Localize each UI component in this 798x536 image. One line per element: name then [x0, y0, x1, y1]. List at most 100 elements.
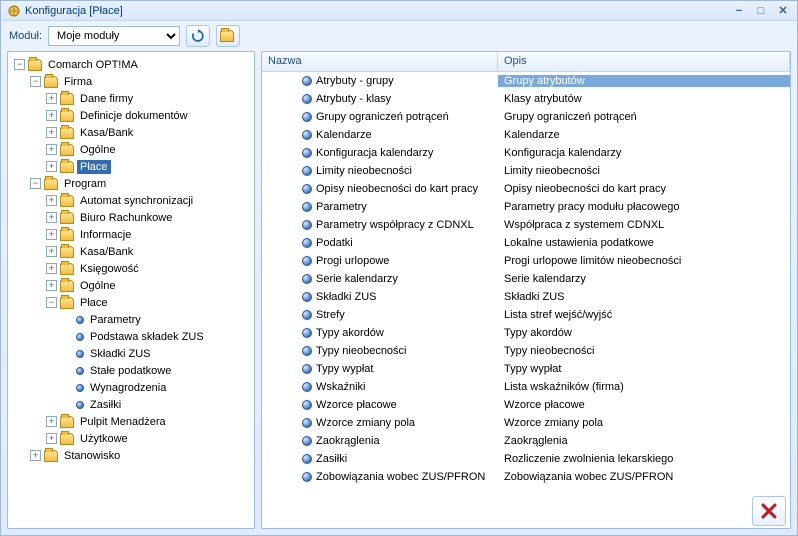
- expand-icon[interactable]: +: [46, 280, 57, 291]
- tree-item-place[interactable]: − Płace: [46, 294, 254, 311]
- tree-root[interactable]: − Comarch OPT!MA: [14, 56, 254, 73]
- item-icon: [302, 274, 312, 284]
- tree-item[interactable]: + Definicje dokumentów: [46, 107, 254, 124]
- tree-leaf[interactable]: Składki ZUS: [62, 345, 254, 362]
- expand-icon[interactable]: +: [46, 93, 57, 104]
- collapse-icon[interactable]: −: [46, 297, 57, 308]
- tree-item[interactable]: + Biuro Rachunkowe: [46, 209, 254, 226]
- expand-icon[interactable]: +: [46, 433, 57, 444]
- list-row[interactable]: Podatki Lokalne ustawienia podatkowe: [262, 234, 790, 252]
- list-row[interactable]: Limity nieobecności Limity nieobecności: [262, 162, 790, 180]
- tree-item[interactable]: + Kasa/Bank: [46, 243, 254, 260]
- list-row[interactable]: Atrybuty - klasy Klasy atrybutów: [262, 90, 790, 108]
- row-name: Zaokrąglenia: [316, 435, 380, 447]
- list-row[interactable]: Typy nieobecności Typy nieobecności: [262, 342, 790, 360]
- tree-leaf[interactable]: Zasiłki: [62, 396, 254, 413]
- tree-leaf[interactable]: Parametry: [62, 311, 254, 328]
- list-row[interactable]: Progi urlopowe Progi urlopowe limitów ni…: [262, 252, 790, 270]
- tree-leaf[interactable]: Podstawa składek ZUS: [62, 328, 254, 345]
- list-panel: Nazwa Opis Atrybuty - grupy Grupy atrybu…: [261, 51, 791, 529]
- tree-item[interactable]: + Płace: [46, 158, 254, 175]
- list-row[interactable]: Grupy ograniczeń potrąceń Grupy ogranicz…: [262, 108, 790, 126]
- tree-item[interactable]: + Ogólne: [46, 277, 254, 294]
- list-row[interactable]: Wzorce płacowe Wzorce płacowe: [262, 396, 790, 414]
- folder-icon: [60, 212, 74, 224]
- tree-item[interactable]: + Automat synchronizacji: [46, 192, 254, 209]
- row-name: Opisy nieobecności do kart pracy: [316, 183, 478, 195]
- expand-icon[interactable]: +: [46, 263, 57, 274]
- list-row[interactable]: Atrybuty - grupy Grupy atrybutów: [262, 72, 790, 90]
- expand-icon[interactable]: +: [46, 195, 57, 206]
- folder-button[interactable]: [216, 25, 240, 47]
- tree-leaf[interactable]: Wynagrodzenia: [62, 379, 254, 396]
- expand-icon[interactable]: +: [46, 229, 57, 240]
- refresh-button[interactable]: [186, 25, 210, 47]
- tree-stanowisko[interactable]: + Stanowisko: [30, 447, 254, 464]
- list-row[interactable]: Opisy nieobecności do kart pracy Opisy n…: [262, 180, 790, 198]
- list-row[interactable]: Zobowiązania wobec ZUS/PFRON Zobowiązani…: [262, 468, 790, 486]
- config-window: Konfiguracja [Płace] − □ ✕ Moduł: Moje m…: [0, 0, 798, 536]
- item-icon: [302, 238, 312, 248]
- collapse-icon[interactable]: −: [30, 178, 41, 189]
- folder-icon: [60, 433, 74, 445]
- tree-leaf[interactable]: Stałe podatkowe: [62, 362, 254, 379]
- close-panel-button[interactable]: [752, 496, 786, 526]
- window-title: Konfiguracja [Płace]: [25, 5, 123, 17]
- row-desc: Grupy atrybutów: [498, 75, 790, 87]
- row-name: Strefy: [316, 309, 345, 321]
- tree-firma[interactable]: − Firma: [30, 73, 254, 90]
- item-icon: [302, 202, 312, 212]
- expand-icon[interactable]: +: [46, 212, 57, 223]
- tree-item[interactable]: + Kasa/Bank: [46, 124, 254, 141]
- tree-item[interactable]: + Księgowość: [46, 260, 254, 277]
- list-row[interactable]: Parametry Parametry pracy modułu płacowe…: [262, 198, 790, 216]
- list-row[interactable]: Zaokrąglenia Zaokrąglenia: [262, 432, 790, 450]
- item-icon: [302, 454, 312, 464]
- list-body[interactable]: Atrybuty - grupy Grupy atrybutówAtrybuty…: [262, 72, 790, 494]
- list-row[interactable]: Składki ZUS Składki ZUS: [262, 288, 790, 306]
- item-icon: [302, 166, 312, 176]
- tree-item[interactable]: + Informacje: [46, 226, 254, 243]
- expand-icon[interactable]: +: [46, 144, 57, 155]
- list-row[interactable]: Serie kalendarzy Serie kalendarzy: [262, 270, 790, 288]
- content-area: − Comarch OPT!MA − Firma + Dane f: [1, 51, 797, 535]
- list-row[interactable]: Typy akordów Typy akordów: [262, 324, 790, 342]
- expand-icon[interactable]: +: [46, 161, 57, 172]
- tree-item[interactable]: + Dane firmy: [46, 90, 254, 107]
- expand-icon[interactable]: +: [46, 110, 57, 121]
- list-row[interactable]: Typy wypłat Typy wypłat: [262, 360, 790, 378]
- item-icon: [302, 400, 312, 410]
- tree-item[interactable]: + Użytkowe: [46, 430, 254, 447]
- collapse-icon[interactable]: −: [14, 59, 25, 70]
- list-row[interactable]: Wskaźniki Lista wskaźników (firma): [262, 378, 790, 396]
- col-desc[interactable]: Opis: [498, 52, 790, 71]
- row-desc: Kalendarze: [498, 129, 790, 141]
- list-row[interactable]: Wzorce zmiany pola Wzorce zmiany pola: [262, 414, 790, 432]
- minimize-button[interactable]: −: [731, 4, 747, 18]
- maximize-button[interactable]: □: [753, 4, 769, 18]
- tree-program[interactable]: − Program: [30, 175, 254, 192]
- close-button[interactable]: ✕: [775, 4, 791, 18]
- folder-icon: [60, 144, 74, 156]
- expand-icon[interactable]: +: [46, 127, 57, 138]
- list-row[interactable]: Konfiguracja kalendarzy Konfiguracja kal…: [262, 144, 790, 162]
- list-row[interactable]: Zasiłki Rozliczenie zwolnienia lekarskie…: [262, 450, 790, 468]
- row-name: Typy nieobecności: [316, 345, 407, 357]
- folder-icon: [60, 195, 74, 207]
- list-row[interactable]: Parametry współpracy z CDNXL Współpraca …: [262, 216, 790, 234]
- col-name[interactable]: Nazwa: [262, 52, 498, 71]
- list-row[interactable]: Strefy Lista stref wejść/wyjść: [262, 306, 790, 324]
- row-name: Wskaźniki: [316, 381, 366, 393]
- expand-icon[interactable]: +: [30, 450, 41, 461]
- collapse-icon[interactable]: −: [30, 76, 41, 87]
- tree-panel[interactable]: − Comarch OPT!MA − Firma + Dane f: [7, 51, 255, 529]
- module-select[interactable]: Moje moduły: [48, 26, 180, 46]
- expand-icon[interactable]: +: [46, 416, 57, 427]
- tree-item[interactable]: + Ogólne: [46, 141, 254, 158]
- list-row[interactable]: Kalendarze Kalendarze: [262, 126, 790, 144]
- folder-icon: [60, 93, 74, 105]
- tree-item[interactable]: + Pulpit Menadżera: [46, 413, 254, 430]
- expand-icon[interactable]: +: [46, 246, 57, 257]
- row-desc: Progi urlopowe limitów nieobecności: [498, 255, 790, 267]
- folder-icon: [44, 450, 58, 462]
